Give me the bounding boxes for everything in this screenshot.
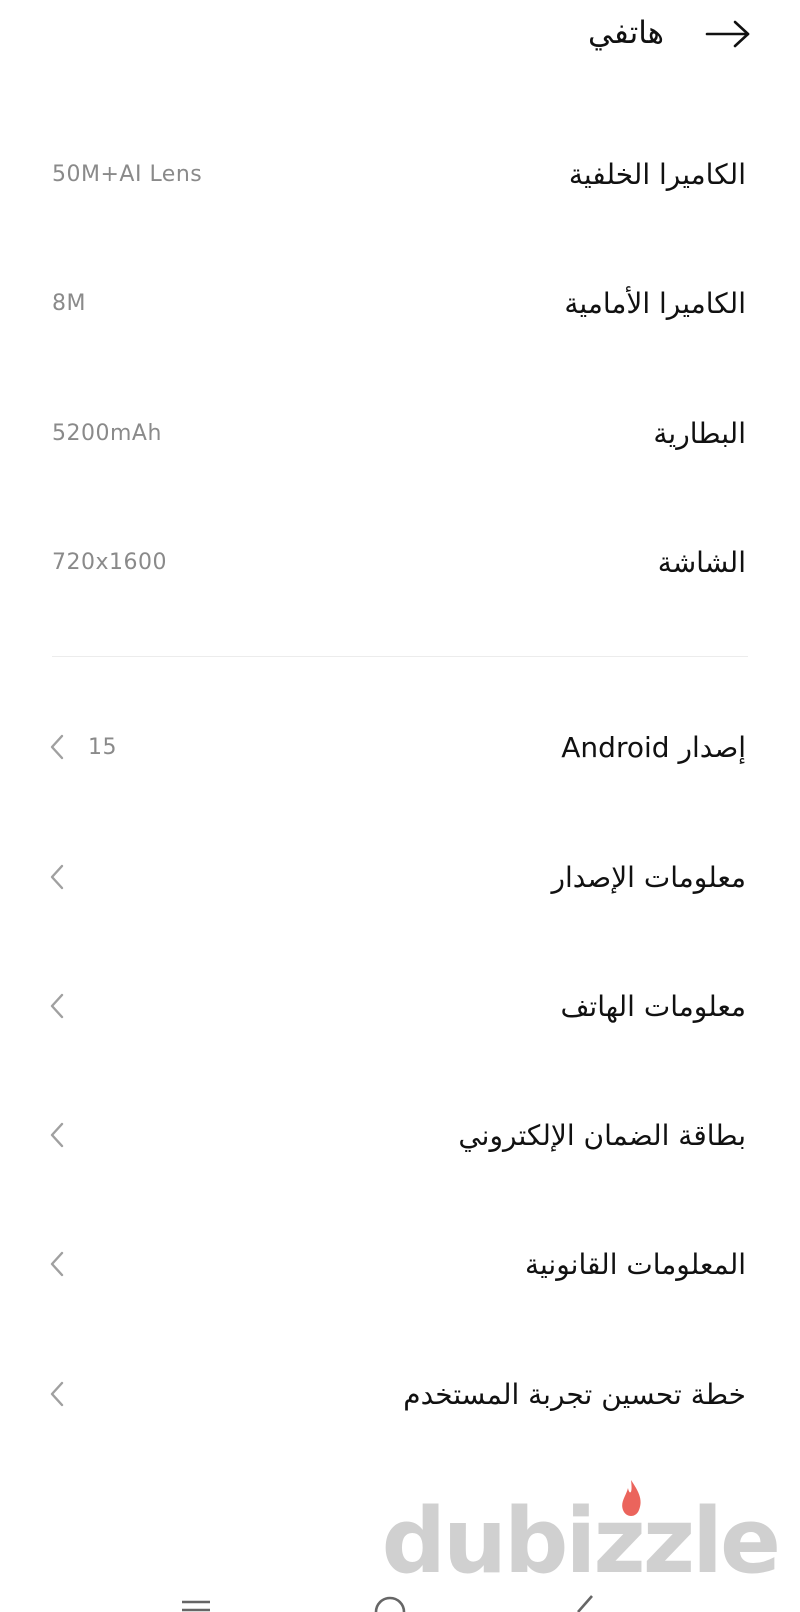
spec-row-screen: الشاشة 720x1600 — [0, 512, 800, 612]
spec-value: 5200mAh — [52, 420, 162, 446]
menu-nav-button[interactable] — [176, 1588, 216, 1612]
menu-item-label: بطاقة الضمان الإلكتروني — [458, 1118, 746, 1152]
watermark-text: dubizzle — [381, 1488, 781, 1594]
header: هاتفي — [0, 0, 800, 70]
spec-value: 50M+AI Lens — [52, 161, 203, 187]
menu-item-user-experience-plan[interactable]: خطة تحسين تجربة المستخدم — [0, 1344, 800, 1444]
spec-row-rear-camera: الكاميرا الخلفية 50M+AI Lens — [0, 124, 800, 224]
section-divider — [52, 656, 748, 657]
spec-label: البطارية — [653, 416, 746, 450]
spec-label: الكاميرا الخلفية — [568, 157, 746, 191]
menu-item-label: إصدار Android — [561, 730, 746, 764]
menu-item-e-warranty-card[interactable]: بطاقة الضمان الإلكتروني — [0, 1085, 800, 1185]
spec-label: الكاميرا الأمامية — [564, 286, 746, 320]
chevron-left-icon — [46, 1118, 68, 1152]
spec-value: 720x1600 — [52, 549, 167, 575]
menu-icon — [182, 1600, 210, 1612]
menu-item-phone-info[interactable]: معلومات الهاتف — [0, 956, 800, 1056]
chevron-left-icon — [46, 1247, 68, 1281]
spec-row-front-camera: الكاميرا الأمامية 8M — [0, 253, 800, 353]
about-phone-screen: هاتفي الكاميرا الخلفية 50M+AI Lens الكام… — [0, 0, 800, 1612]
menu-item-label: معلومات الهاتف — [560, 989, 746, 1023]
arrow-right-icon — [705, 20, 750, 48]
spec-label: الشاشة — [657, 545, 746, 579]
chevron-left-icon — [46, 730, 68, 764]
menu-item-label: المعلومات القانونية — [524, 1247, 746, 1281]
chevron-left-icon — [46, 1377, 68, 1411]
menu-item-label: معلومات الإصدار — [551, 860, 746, 894]
menu-item-version-info[interactable]: معلومات الإصدار — [0, 827, 800, 927]
dubizzle-watermark-logo: dubizzle — [381, 1480, 781, 1596]
menu-item-android-version[interactable]: إصدار Android 15 — [0, 697, 800, 797]
chevron-left-icon — [46, 860, 68, 894]
menu-item-value: 15 — [88, 734, 117, 760]
back-button[interactable] — [700, 12, 756, 56]
chevron-left-icon — [46, 989, 68, 1023]
page-title: هاتفي — [588, 15, 664, 51]
menu-item-legal-info[interactable]: المعلومات القانونية — [0, 1214, 800, 1314]
menu-item-label: خطة تحسين تجربة المستخدم — [403, 1377, 746, 1411]
spec-value: 8M — [52, 290, 86, 316]
spec-row-battery: البطارية 5200mAh — [0, 383, 800, 483]
